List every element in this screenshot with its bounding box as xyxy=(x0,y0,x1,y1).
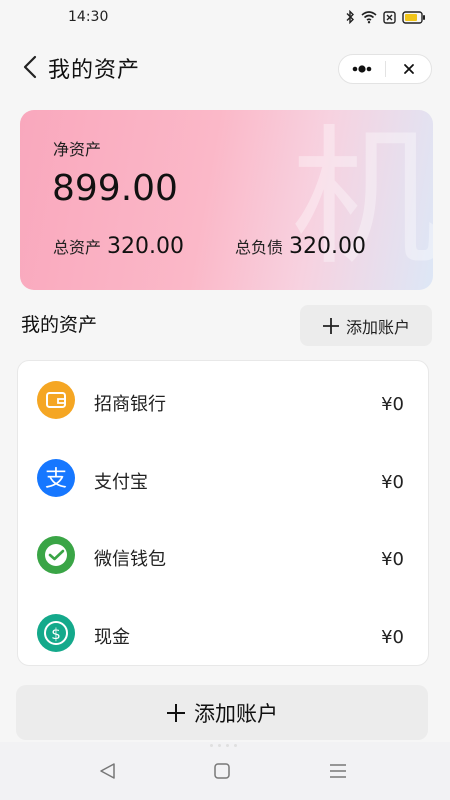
status-bar: 14:30 xyxy=(0,0,450,36)
account-amount: ¥0 xyxy=(381,549,404,570)
my-assets-section-title: 我的资产 xyxy=(21,314,98,336)
account-amount: ¥0 xyxy=(381,394,404,415)
app-screen: 14:30 我的资产 机 净资产 899.00 总资产 320.00 总负债 3… xyxy=(0,0,450,800)
alipay-icon: 支 xyxy=(37,459,75,497)
add-account-button[interactable]: 添加账户 xyxy=(300,305,432,346)
svg-text:$: $ xyxy=(51,625,61,643)
net-assets-card: 机 净资产 899.00 总资产 320.00 总负债 320.00 xyxy=(20,110,433,290)
account-name: 支付宝 xyxy=(94,472,148,493)
plus-icon xyxy=(322,317,339,334)
plus-icon xyxy=(167,703,185,722)
net-assets-label: 净资产 xyxy=(53,140,102,159)
miniprogram-capsule xyxy=(338,54,432,84)
nav-menu-icon[interactable] xyxy=(326,760,350,782)
back-chevron-icon[interactable] xyxy=(20,54,42,80)
wechat-pay-icon xyxy=(37,536,75,574)
wifi-icon xyxy=(361,11,377,24)
bottom-add-account-button[interactable]: 添加账户 xyxy=(16,685,428,740)
account-name: 微信钱包 xyxy=(94,549,166,570)
wallet-icon xyxy=(37,381,75,419)
total-assets-label: 总资产 xyxy=(53,238,102,257)
svg-text:支: 支 xyxy=(45,467,67,492)
account-name: 招商银行 xyxy=(94,394,166,415)
total-debts-label: 总负债 xyxy=(235,238,284,257)
more-options-button[interactable] xyxy=(339,55,385,83)
cash-icon: $ xyxy=(37,614,75,652)
add-account-label: 添加账户 xyxy=(345,317,410,337)
sim-icon xyxy=(383,10,396,24)
close-button[interactable] xyxy=(386,55,432,83)
system-nav-bar xyxy=(0,742,450,800)
more-dots-icon xyxy=(352,65,372,73)
account-row[interactable]: 微信钱包 ¥0 xyxy=(18,522,428,582)
account-amount: ¥0 xyxy=(381,472,404,493)
close-icon xyxy=(404,64,414,74)
status-icons xyxy=(345,10,426,24)
nav-handle xyxy=(210,744,237,747)
account-row[interactable]: $ 现金 ¥0 xyxy=(18,600,428,660)
account-row[interactable]: 支 支付宝 ¥0 xyxy=(18,445,428,505)
battery-icon xyxy=(402,10,425,24)
nav-home-icon[interactable] xyxy=(210,760,234,782)
total-debts-value: 320.00 xyxy=(289,234,366,259)
bluetooth-icon xyxy=(346,10,354,24)
nav-back-icon[interactable] xyxy=(96,760,120,782)
total-assets: 总资产 320.00 xyxy=(53,234,184,259)
net-assets-value: 899.00 xyxy=(52,168,178,209)
header: 我的资产 xyxy=(0,44,450,92)
bottom-add-account-label: 添加账户 xyxy=(194,701,278,726)
total-assets-value: 320.00 xyxy=(107,234,184,259)
total-debts: 总负债 320.00 xyxy=(235,234,366,259)
account-name: 现金 xyxy=(94,627,130,648)
status-time: 14:30 xyxy=(68,9,109,25)
account-row[interactable]: 招商银行 ¥0 xyxy=(18,367,428,427)
account-amount: ¥0 xyxy=(381,627,404,648)
accounts-list: 招商银行 ¥0 支 支付宝 ¥0 微信钱包 ¥0 $ 现金 ¥0 xyxy=(17,360,429,666)
page-title: 我的资产 xyxy=(48,58,141,83)
